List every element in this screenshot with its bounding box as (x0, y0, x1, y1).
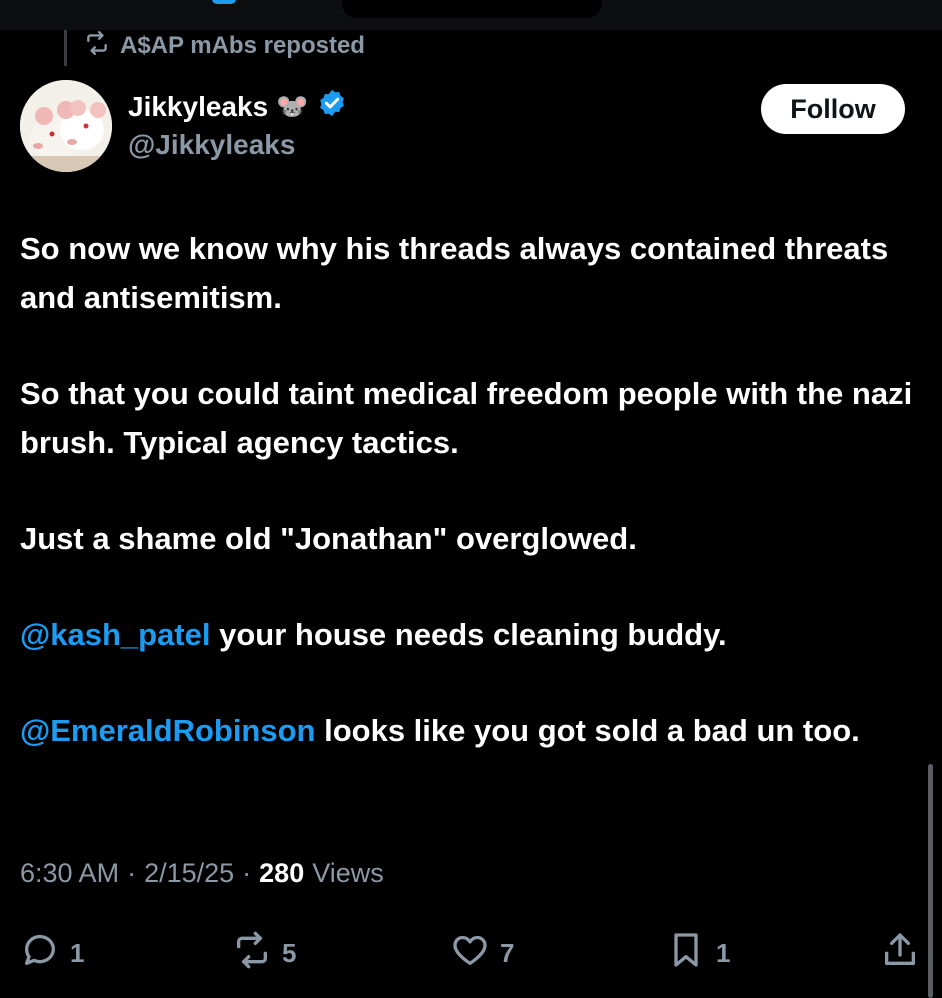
meta-separator: · (127, 858, 137, 888)
views-count[interactable]: 280 (259, 858, 304, 889)
tweet-date[interactable]: 2/15/25 (144, 858, 234, 889)
repost-icon (232, 930, 272, 977)
top-bar (0, 0, 942, 30)
like-icon (450, 930, 490, 977)
bookmark-button[interactable]: 1 (666, 930, 730, 977)
top-indicator (212, 0, 236, 4)
meta-separator: · (242, 858, 252, 888)
scrollbar[interactable] (928, 764, 933, 998)
tweet-meta: 6:30 AM · 2/15/25 · 280 Views (20, 858, 384, 889)
follow-button[interactable]: Follow (761, 84, 905, 134)
repost-count: 5 (282, 938, 297, 968)
thread-line (64, 30, 67, 66)
repost-icon (84, 30, 110, 63)
mention-link[interactable]: @EmeraldRobinson (20, 713, 315, 748)
tweet-paragraph: @kash_patel your house needs cleaning bu… (20, 610, 920, 659)
mention-link[interactable]: @kash_patel (20, 617, 210, 652)
tweet-paragraph: So that you could taint medical freedom … (20, 376, 913, 460)
share-button[interactable] (880, 930, 920, 977)
tweet-paragraph: Just a shame old "Jonathan" overglowed. (20, 521, 637, 556)
tweet-time[interactable]: 6:30 AM (20, 858, 119, 889)
views-label: Views (312, 858, 384, 888)
repost-context[interactable]: A$AP mAbs reposted (84, 30, 365, 63)
mouse-emoji: 🐭 (276, 91, 309, 121)
author-handle: @Jikkyleaks (128, 129, 296, 160)
tweet-paragraph: So now we know why his threads always co… (20, 231, 889, 315)
like-button[interactable]: 7 (450, 930, 514, 977)
bookmark-icon (666, 930, 706, 977)
like-count: 7 (500, 938, 515, 968)
tweet-text: So now we know why his threads always co… (20, 224, 920, 802)
share-icon (880, 930, 920, 977)
display-name: Jikkyleaks (128, 90, 269, 122)
repost-label: A$AP mAbs reposted (120, 32, 365, 59)
repost-button[interactable]: 5 (232, 930, 296, 977)
action-bar: 1 5 7 1 (0, 920, 942, 980)
author-name-row: Jikkyleaks 🐭 (128, 88, 347, 125)
verified-badge-icon (317, 88, 347, 125)
tweet-paragraph: @EmeraldRobinson looks like you got sold… (20, 706, 920, 755)
top-pill (342, 0, 602, 18)
reply-count: 1 (70, 938, 85, 968)
tweet-text-span: your house needs cleaning buddy. (210, 617, 727, 652)
reply-icon (20, 930, 60, 977)
bookmark-count: 1 (716, 938, 731, 968)
author-block[interactable]: Jikkyleaks 🐭 @Jikkyleaks (128, 88, 347, 161)
reply-button[interactable]: 1 (20, 930, 84, 977)
tweet-text-span: looks like you got sold a bad un too. (315, 713, 860, 748)
avatar[interactable] (20, 80, 112, 172)
